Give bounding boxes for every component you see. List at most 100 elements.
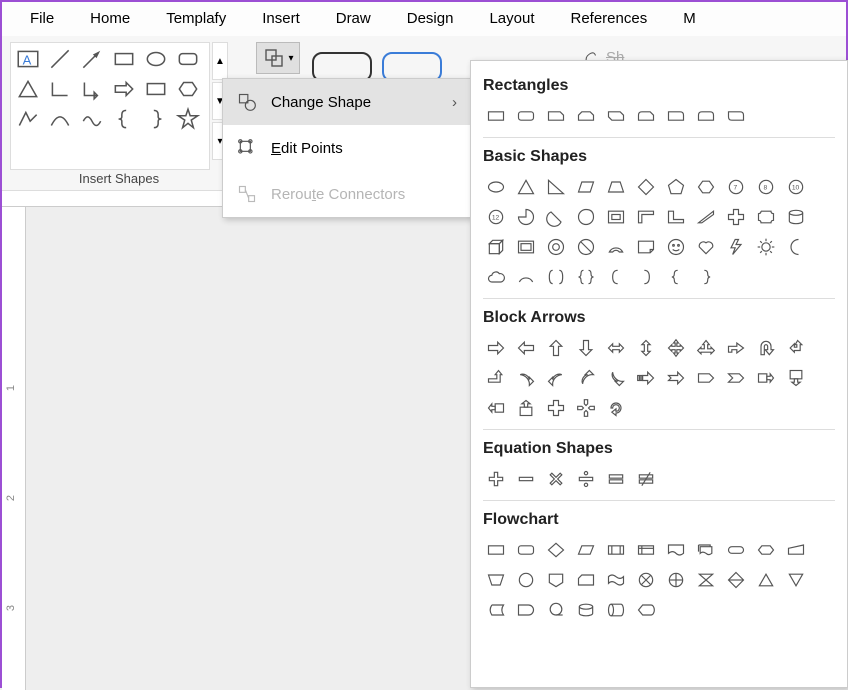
fc-process-shape[interactable] <box>483 537 509 563</box>
curve-icon[interactable] <box>47 107 73 131</box>
l-shape[interactable] <box>663 204 689 230</box>
fc-delay-shape[interactable] <box>513 597 539 623</box>
pie-shape[interactable] <box>513 204 539 230</box>
fc-tape-shape[interactable] <box>603 567 629 593</box>
arrow-curved-right-shape[interactable] <box>513 365 539 391</box>
oval-shape[interactable] <box>483 174 509 200</box>
menu-insert[interactable]: Insert <box>244 2 318 36</box>
arrow-leftrightup-shape[interactable] <box>693 335 719 361</box>
arrow-quad-shape[interactable] <box>663 335 689 361</box>
heart-shape[interactable] <box>693 234 719 260</box>
rounded-rect-shape[interactable] <box>513 103 539 129</box>
menu-layout[interactable]: Layout <box>471 2 552 36</box>
cross-shape[interactable] <box>723 204 749 230</box>
fc-stored-shape[interactable] <box>483 597 509 623</box>
left-brace-shape[interactable] <box>663 264 689 290</box>
arrow-pentagon-shape[interactable] <box>693 365 719 391</box>
teardrop-shape[interactable] <box>573 204 599 230</box>
arrow-upcallout-shape[interactable] <box>513 395 539 421</box>
cloud-shape[interactable] <box>483 264 509 290</box>
can-shape[interactable] <box>783 204 809 230</box>
eq-minus-shape[interactable] <box>513 466 539 492</box>
arrow-leftcallout-shape[interactable] <box>483 395 509 421</box>
arrow-leftup-shape[interactable] <box>783 335 809 361</box>
snip-round-shape[interactable] <box>633 103 659 129</box>
arrow-chevron-shape[interactable] <box>723 365 749 391</box>
arc-shape[interactable] <box>513 264 539 290</box>
arrow-notched-right-shape[interactable] <box>663 365 689 391</box>
fc-sort-shape[interactable] <box>723 567 749 593</box>
right-triangle-shape[interactable] <box>543 174 569 200</box>
arrow-up-shape[interactable] <box>543 335 569 361</box>
double-bracket-shape[interactable] <box>543 264 569 290</box>
arrow-curved-down-shape[interactable] <box>603 365 629 391</box>
fc-terminator-shape[interactable] <box>723 537 749 563</box>
scribble-icon[interactable] <box>79 107 105 131</box>
diagonal-stripe-shape[interactable] <box>693 204 719 230</box>
arrow-line-icon[interactable] <box>79 47 105 71</box>
lightning-shape[interactable] <box>723 234 749 260</box>
arrow-down-shape[interactable] <box>573 335 599 361</box>
elbow-arrow-icon[interactable] <box>79 77 105 101</box>
diamond-shape[interactable] <box>633 174 659 200</box>
round-same-shape[interactable] <box>693 103 719 129</box>
fc-direct-access-shape[interactable] <box>603 597 629 623</box>
cube-shape[interactable] <box>483 234 509 260</box>
chord-shape[interactable] <box>543 204 569 230</box>
arrow-downcallout-shape[interactable] <box>783 365 809 391</box>
menu-more[interactable]: M <box>665 2 714 36</box>
fc-document-shape[interactable] <box>663 537 689 563</box>
menu-file[interactable]: File <box>12 2 72 36</box>
hexagon-shape[interactable] <box>693 174 719 200</box>
fc-card-shape[interactable] <box>573 567 599 593</box>
menu-references[interactable]: References <box>553 2 666 36</box>
fc-predefined-shape[interactable] <box>603 537 629 563</box>
textbox-icon[interactable]: A <box>15 47 41 71</box>
rounded-rect-icon[interactable] <box>175 47 201 71</box>
fc-internal-shape[interactable] <box>633 537 659 563</box>
oval-icon[interactable] <box>143 47 169 71</box>
fc-collate-shape[interactable] <box>693 567 719 593</box>
rect-icon[interactable] <box>111 47 137 71</box>
half-frame-shape[interactable] <box>633 204 659 230</box>
snip-diag-shape[interactable] <box>603 103 629 129</box>
frame-shape[interactable] <box>603 204 629 230</box>
elbow-icon[interactable] <box>47 77 73 101</box>
menu-templafy[interactable]: Templafy <box>148 2 244 36</box>
fc-extract-shape[interactable] <box>753 567 779 593</box>
moon-shape[interactable] <box>783 234 809 260</box>
sun-shape[interactable] <box>753 234 779 260</box>
arrow-curved-left-shape[interactable] <box>543 365 569 391</box>
gallery-up-icon[interactable]: ▲ <box>212 42 228 80</box>
arrow-updown-shape[interactable] <box>633 335 659 361</box>
arrow-curved-up-shape[interactable] <box>573 365 599 391</box>
fc-connector-shape[interactable] <box>513 567 539 593</box>
block-arc-shape[interactable] <box>603 234 629 260</box>
arrow-right-shape[interactable] <box>483 335 509 361</box>
shapes-gallery[interactable]: A <box>10 42 210 170</box>
snip-same-shape[interactable] <box>573 103 599 129</box>
fc-magnetic-disk-shape[interactable] <box>573 597 599 623</box>
pentagon-shape[interactable] <box>663 174 689 200</box>
menu-design[interactable]: Design <box>389 2 472 36</box>
change-shape-item[interactable]: Change Shape › <box>223 79 471 125</box>
fc-manual-input-shape[interactable] <box>783 537 809 563</box>
triangle-icon[interactable] <box>15 77 41 101</box>
rect-shape[interactable] <box>483 103 509 129</box>
octagon-shape[interactable]: 8 <box>753 174 779 200</box>
arrow-leftrightcallout-shape[interactable] <box>543 395 569 421</box>
round-diag-shape[interactable] <box>723 103 749 129</box>
menu-home[interactable]: Home <box>72 2 148 36</box>
fc-offpage-shape[interactable] <box>543 567 569 593</box>
fc-preparation-shape[interactable] <box>753 537 779 563</box>
fc-alt-process-shape[interactable] <box>513 537 539 563</box>
right-brace-shape[interactable] <box>693 264 719 290</box>
fc-seq-access-shape[interactable] <box>543 597 569 623</box>
fc-or-shape[interactable] <box>663 567 689 593</box>
arrow-circular-shape[interactable] <box>603 395 629 421</box>
eq-multiply-shape[interactable] <box>543 466 569 492</box>
arrow-uturn-shape[interactable] <box>753 335 779 361</box>
menu-draw[interactable]: Draw <box>318 2 389 36</box>
arrow-left-shape[interactable] <box>513 335 539 361</box>
fc-summing-shape[interactable] <box>633 567 659 593</box>
